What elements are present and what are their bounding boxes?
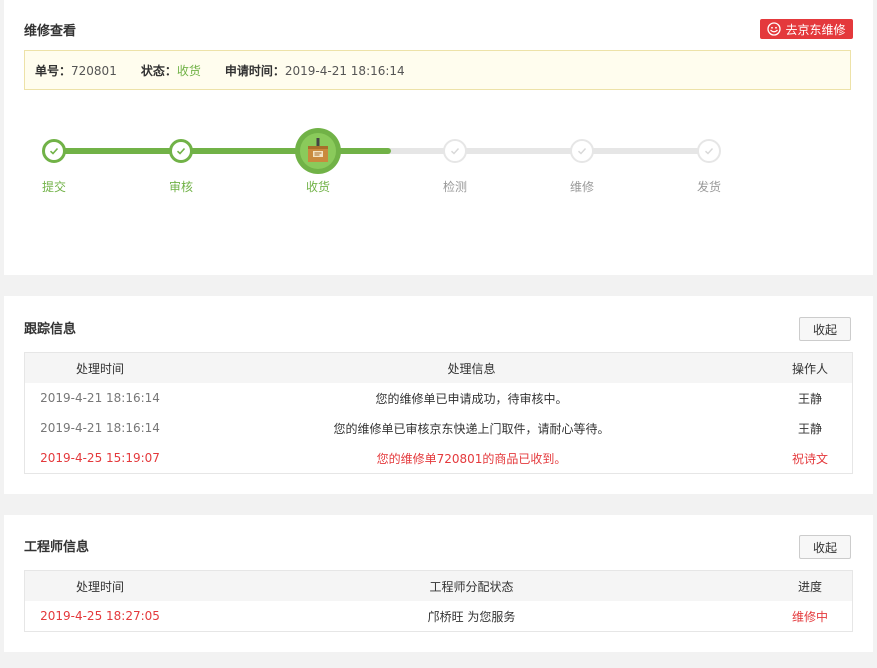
- column-header-time: 处理时间: [75, 361, 124, 376]
- step-review-label: 审核: [168, 180, 193, 194]
- step-ship-node: [697, 139, 721, 163]
- row-time: 2019-4-25 18:27:05: [40, 609, 160, 623]
- repair-panel: 维修查看 去京东维修 单号：720801 状态：收货 申请时间：2019-4-2…: [4, 0, 873, 275]
- order-number: 单号：720801: [35, 63, 117, 78]
- tracking-title: 跟踪信息: [24, 322, 77, 337]
- customer-service-icon: [767, 22, 782, 36]
- engineer-collapse-button[interactable]: 收起: [799, 535, 851, 559]
- row-progress: 维修中: [791, 609, 828, 624]
- check-icon: [578, 148, 587, 155]
- package-icon: [308, 138, 328, 162]
- step-inspect-label: 检测: [442, 180, 467, 194]
- column-header-progress: 进度: [797, 579, 822, 594]
- row-time: 2019-4-21 18:16:14: [40, 421, 160, 435]
- row-info: 您的维修单已审核京东快递上门取件，请耐心等待。: [333, 421, 610, 436]
- check-icon: [451, 148, 460, 155]
- step-repair-node: [570, 139, 594, 163]
- tracking-table: 处理时间 处理信息 操作人 2019-4-21 18:16:14 您的维修单已申…: [24, 352, 853, 474]
- row-time: 2019-4-25 15:19:07: [40, 451, 160, 465]
- step-review-node: [169, 139, 193, 163]
- row-operator: 王静: [797, 421, 822, 436]
- row-info: 您的维修单已申请成功，待审核中。: [375, 391, 568, 406]
- row-operator: 王静: [797, 391, 822, 406]
- column-header-operator: 操作人: [791, 361, 828, 376]
- go-jd-repair-label: 去京东维修: [785, 22, 846, 37]
- row-time: 2019-4-21 18:16:14: [40, 391, 160, 405]
- tracking-table-header: 处理时间 处理信息 操作人: [25, 353, 852, 383]
- repair-title: 维修查看: [24, 24, 77, 39]
- step-receive-inner: [300, 133, 336, 169]
- step-inspect-node: [443, 139, 467, 163]
- order-status: 状态：收货: [140, 63, 201, 78]
- table-row: 2019-4-21 18:16:14 您的维修单已申请成功，待审核中。 王静: [25, 383, 852, 413]
- go-jd-repair-button[interactable]: 去京东维修: [760, 19, 853, 39]
- column-header-assign-status: 工程师分配状态: [429, 579, 514, 594]
- step-submit-node: [42, 139, 66, 163]
- tracking-panel: 跟踪信息 收起 处理时间 处理信息 操作人 2019-4-21 18:16:14…: [4, 296, 873, 494]
- row-assign-status: 邝桥旺 为您服务: [427, 609, 516, 624]
- check-icon: [49, 147, 59, 155]
- step-repair-label: 维修: [569, 180, 594, 194]
- engineer-panel: 工程师信息 收起 处理时间 工程师分配状态 进度 2019-4-25 18:27…: [4, 515, 873, 652]
- step-submit-label: 提交: [41, 180, 66, 194]
- table-row: 2019-4-25 15:19:07 您的维修单720801的商品已收到。 祝诗…: [25, 443, 852, 473]
- engineer-table: 处理时间 工程师分配状态 进度 2019-4-25 18:27:05 邝桥旺 为…: [24, 570, 853, 632]
- step-ship-label: 发货: [696, 180, 721, 194]
- check-icon: [705, 148, 714, 155]
- repair-info-bar: 单号：720801 状态：收货 申请时间：2019-4-21 18:16:14: [24, 50, 851, 90]
- step-receive-node: [295, 128, 341, 174]
- column-header-info: 处理信息: [447, 361, 496, 376]
- row-operator: 祝诗文: [791, 451, 828, 466]
- apply-time: 申请时间：2019-4-21 18:16:14: [224, 63, 405, 78]
- engineer-table-header: 处理时间 工程师分配状态 进度: [25, 571, 852, 601]
- table-row: 2019-4-21 18:16:14 您的维修单已审核京东快递上门取件，请耐心等…: [25, 413, 852, 443]
- column-header-time: 处理时间: [75, 579, 124, 594]
- row-info: 您的维修单720801的商品已收到。: [376, 451, 567, 466]
- engineer-title: 工程师信息: [24, 540, 90, 555]
- step-receive-label: 收货: [305, 180, 330, 194]
- check-icon: [176, 147, 186, 155]
- tracking-collapse-button[interactable]: 收起: [799, 317, 851, 341]
- table-row: 2019-4-25 18:27:05 邝桥旺 为您服务 维修中: [25, 601, 852, 631]
